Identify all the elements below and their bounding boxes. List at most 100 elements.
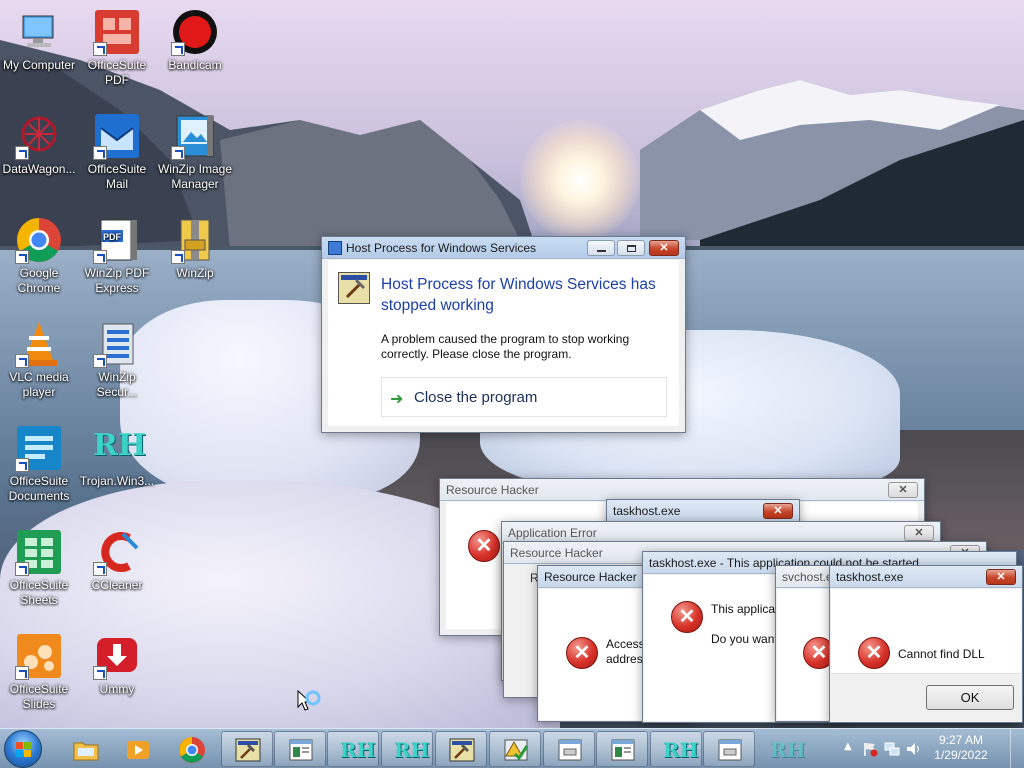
- taskbar-app-button[interactable]: [435, 731, 487, 767]
- close-button[interactable]: ✕: [986, 569, 1016, 585]
- dialog-title: Host Process for Windows Services: [346, 241, 537, 255]
- desktop-icon-winzip-secure[interactable]: WinZip Secur...: [78, 320, 156, 400]
- desktop-icon-officesuite-sheets[interactable]: OfficeSuite Sheets: [0, 528, 78, 608]
- desktop-icon-label: OfficeSuite Slides: [9, 682, 69, 711]
- desktop-icon-officesuite-mail[interactable]: OfficeSuite Mail: [78, 112, 156, 192]
- desktop-icon-vlc-media-player[interactable]: VLC media player: [0, 320, 78, 400]
- chrome-icon: [179, 737, 205, 763]
- app-window-icon: [328, 241, 342, 255]
- system-tray: ▲ 9:27 AM 1/29/2022: [834, 729, 1024, 768]
- mouse-cursor-busy-icon: [297, 690, 321, 711]
- desktop-icon-ccleaner[interactable]: CCleaner: [78, 528, 156, 593]
- wallpaper-sun: [520, 120, 640, 240]
- desktop-icon-officesuite-documents[interactable]: OfficeSuite Documents: [0, 424, 78, 504]
- speaker-icon[interactable]: [906, 741, 922, 757]
- taskbar-window-button[interactable]: [274, 731, 326, 767]
- window-titlebar[interactable]: taskhost.exe ✕: [607, 500, 799, 522]
- close-button[interactable]: ✕: [763, 503, 793, 519]
- error-icon: ✕: [858, 637, 890, 669]
- desktop-icon-label: WinZip: [176, 266, 214, 280]
- close-button[interactable]: ✕: [649, 240, 679, 256]
- desktop-icon-winzip-image-manager[interactable]: WinZip Image Manager: [156, 112, 234, 192]
- desktop-icon-label: Ummy: [99, 682, 135, 696]
- taskbar-chrome-button[interactable]: [165, 731, 217, 767]
- taskbar-taskhost-button[interactable]: [543, 731, 595, 767]
- dialog-titlebar[interactable]: Host Process for Windows Services ✕: [322, 237, 685, 259]
- resource-hacker-rh-icon: RH: [93, 428, 147, 463]
- action-center-flag-icon[interactable]: [862, 741, 878, 757]
- taskbar-app-error-button[interactable]: [596, 731, 648, 767]
- start-button[interactable]: [4, 730, 42, 768]
- desktop-icon-label: WinZip Secur...: [96, 370, 138, 399]
- clock-date: 1/29/2022: [934, 748, 988, 762]
- winzip-icon: [171, 216, 219, 264]
- ok-button[interactable]: OK: [926, 685, 1014, 710]
- desktop-icon-bandicam[interactable]: Bandicam: [156, 8, 234, 73]
- desktop-icon-officesuite-slides[interactable]: OfficeSuite Slides: [0, 632, 78, 712]
- app-window-icon: [611, 739, 635, 761]
- desktop-icon-label: VLC media player: [9, 370, 69, 399]
- desktop-icon-datawagon[interactable]: DataWagon...: [0, 112, 78, 177]
- taskbar-media-player-button[interactable]: [111, 731, 163, 767]
- taskhost-cannot-find-dll-window[interactable]: taskhost.exe ✕ ✕ Cannot find DLL OK: [829, 565, 1023, 723]
- minimize-button[interactable]: [587, 240, 615, 256]
- desktop-icon-label: Trojan.Win3...: [79, 474, 155, 488]
- winzip-image-manager-icon: [171, 112, 219, 160]
- desktop-icon-winzip-pdf-express[interactable]: PDF WinZip PDF Express: [78, 216, 156, 296]
- shortcut-arrow-icon: [171, 250, 185, 264]
- taskbar-resource-hacker-button-4[interactable]: RH: [757, 731, 809, 767]
- media-player-icon: [127, 741, 149, 759]
- desktop-icon-ummy[interactable]: Ummy: [78, 632, 156, 697]
- shortcut-arrow-icon: [93, 250, 107, 264]
- show-hidden-icons-button[interactable]: ▲: [844, 741, 852, 752]
- taskbar-explorer-button[interactable]: [59, 731, 111, 767]
- shortcut-arrow-icon: [15, 146, 29, 160]
- resource-hacker-rh-icon: RH: [770, 738, 806, 762]
- close-button[interactable]: ✕: [888, 482, 918, 498]
- resource-hacker-rh-icon: RH: [394, 738, 430, 762]
- desktop-icon-label: Bandicam: [168, 58, 222, 72]
- desktop-icon-officesuite-pdf[interactable]: OfficeSuite PDF: [78, 8, 156, 88]
- minimize-icon: [597, 250, 606, 252]
- taskbar-resource-hacker-button[interactable]: RH: [327, 731, 379, 767]
- desktop-icon-my-computer[interactable]: My Computer: [0, 8, 78, 73]
- officesuite-pdf-icon: [93, 8, 141, 56]
- shortcut-arrow-icon: [93, 146, 107, 160]
- desktop-icon-trojan[interactable]: RH Trojan.Win3...: [78, 424, 156, 489]
- close-the-program-button[interactable]: ➜ Close the program: [381, 377, 667, 417]
- window-title: taskhost.exe: [836, 570, 904, 584]
- officesuite-documents-icon: [15, 424, 63, 472]
- windows-flag-icon: [16, 742, 32, 758]
- host-process-stopped-dialog[interactable]: Host Process for Windows Services ✕ Host…: [321, 236, 686, 433]
- shortcut-arrow-icon: [93, 562, 107, 576]
- desktop-icon-google-chrome[interactable]: Google Chrome: [0, 216, 78, 296]
- taskbar-svchost-button[interactable]: [703, 731, 755, 767]
- taskbar-warning-button[interactable]: [489, 731, 541, 767]
- show-desktop-button[interactable]: [1010, 729, 1024, 768]
- desktop-icon-winzip[interactable]: WinZip: [156, 216, 234, 281]
- desktop-icon-label: CCleaner: [91, 578, 143, 592]
- taskbar-resource-hacker-button-3[interactable]: RH: [650, 731, 702, 767]
- shortcut-arrow-icon: [15, 458, 29, 472]
- window-text: Do you want: [711, 632, 778, 646]
- dialog-window-icon: [718, 739, 742, 761]
- folder-icon: [73, 742, 99, 761]
- warning-check-icon: [504, 739, 529, 761]
- maximize-button[interactable]: [617, 240, 645, 256]
- window-titlebar[interactable]: Resource Hacker ✕: [440, 479, 924, 501]
- svg-text:PDF: PDF: [103, 232, 122, 242]
- window-title: Resource Hacker: [544, 570, 637, 584]
- clock[interactable]: 9:27 AM 1/29/2022: [926, 733, 996, 763]
- taskbar-host-process-button[interactable]: [221, 731, 273, 767]
- app-hammer-icon: [449, 738, 475, 762]
- window-titlebar[interactable]: taskhost.exe ✕: [830, 566, 1022, 588]
- taskbar-resource-hacker-button-2[interactable]: RH: [381, 731, 433, 767]
- network-icon[interactable]: [884, 741, 900, 757]
- close-button[interactable]: ✕: [904, 525, 934, 541]
- dialog-window-icon: [558, 739, 582, 761]
- desktop-icon-label: OfficeSuite Sheets: [9, 578, 69, 607]
- officesuite-mail-icon: [93, 112, 141, 160]
- officesuite-sheets-icon: [15, 528, 63, 576]
- window-text: Cannot find DLL: [898, 647, 985, 661]
- desktop-icon-label: WinZip PDF Express: [84, 266, 150, 295]
